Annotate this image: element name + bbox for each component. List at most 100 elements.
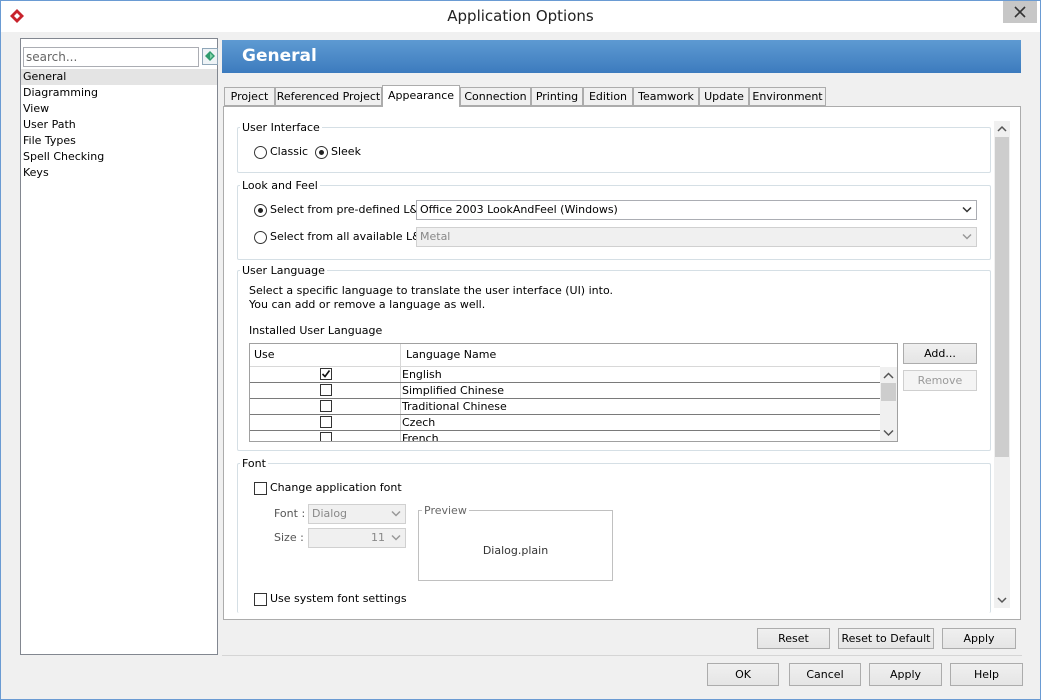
tab-printing[interactable]: Printing — [531, 87, 583, 106]
add-language-button[interactable]: Add... — [903, 343, 977, 364]
column-header-language-name[interactable]: Language Name — [402, 344, 880, 366]
nav-item-user-path[interactable]: User Path — [21, 117, 217, 133]
table-row[interactable]: Czech — [250, 415, 880, 431]
language-name: Traditional Chinese — [402, 400, 507, 413]
table-row[interactable]: French — [250, 431, 880, 441]
user-language-title: User Language — [240, 264, 327, 277]
table-scrollbar[interactable] — [880, 367, 897, 441]
use-checkbox[interactable] — [320, 384, 332, 396]
use-checkbox[interactable] — [320, 432, 332, 441]
font-title: Font — [240, 457, 268, 470]
look-and-feel-group — [237, 185, 991, 260]
change-font-label: Change application font — [270, 481, 402, 494]
remove-language-button[interactable]: Remove — [903, 370, 977, 391]
size-value: 11 — [371, 531, 385, 544]
search-button[interactable] — [202, 48, 218, 65]
classic-label: Classic — [270, 145, 309, 158]
sleek-radio[interactable] — [315, 146, 328, 159]
tab-teamwork[interactable]: Teamwork — [633, 87, 699, 106]
search-input[interactable] — [23, 47, 199, 67]
user-language-description-2: You can add or remove a language as well… — [249, 298, 486, 311]
nav-item-general[interactable]: General — [21, 69, 217, 85]
reset-to-default-button[interactable]: Reset to Default — [838, 628, 934, 649]
use-cell — [250, 399, 401, 414]
font-select[interactable]: Dialog — [308, 504, 406, 524]
nav-item-diagramming[interactable]: Diagramming — [21, 85, 217, 101]
scrollbar-thumb[interactable] — [881, 383, 896, 401]
category-list: General Diagramming View User Path File … — [21, 69, 217, 181]
font-field-label: Font : — [274, 507, 306, 520]
use-checkbox[interactable] — [320, 400, 332, 412]
tab-update[interactable]: Update — [699, 87, 749, 106]
help-button[interactable]: Help — [950, 663, 1023, 686]
font-value: Dialog — [312, 507, 348, 520]
nav-item-file-types[interactable]: File Types — [21, 133, 217, 149]
predefined-laf-value: Office 2003 LookAndFeel (Windows) — [420, 203, 618, 216]
ok-button[interactable]: OK — [707, 663, 779, 686]
user-language-description-1: Select a specific language to translate … — [249, 284, 613, 297]
title-bar: Application Options — [1, 1, 1040, 32]
installed-language-label: Installed User Language — [249, 324, 383, 337]
close-icon — [1014, 6, 1026, 18]
table-row[interactable]: Traditional Chinese — [250, 399, 880, 415]
classic-radio[interactable] — [254, 146, 267, 159]
chevron-down-icon — [997, 597, 1007, 604]
preview-text: Dialog.plain — [482, 544, 549, 557]
diamond-search-icon — [205, 51, 215, 61]
scrollbar-thumb[interactable] — [995, 137, 1009, 457]
preview-title: Preview — [422, 504, 469, 517]
panel-apply-button[interactable]: Apply — [942, 628, 1016, 649]
system-font-label: Use system font settings — [270, 592, 407, 605]
reset-button[interactable]: Reset — [757, 628, 830, 649]
chevron-up-icon — [997, 125, 1007, 132]
content-scrollbar[interactable] — [994, 121, 1010, 608]
language-table: Use Language Name English Simplified Chi… — [249, 343, 898, 442]
font-preview-box: Preview Dialog.plain — [418, 504, 613, 581]
predefined-laf-radio[interactable] — [254, 204, 267, 217]
chevron-down-icon — [391, 534, 401, 541]
close-button[interactable] — [1003, 1, 1037, 23]
nav-item-view[interactable]: View — [21, 101, 217, 117]
chevron-down-icon — [391, 510, 401, 517]
tab-environment[interactable]: Environment — [749, 87, 826, 106]
language-name: Czech — [402, 416, 436, 429]
predefined-laf-select[interactable]: Office 2003 LookAndFeel (Windows) — [416, 200, 977, 220]
tab-connection[interactable]: Connection — [460, 87, 531, 106]
user-interface-title: User Interface — [240, 121, 322, 134]
nav-item-spell-checking[interactable]: Spell Checking — [21, 149, 217, 165]
column-header-use[interactable]: Use — [250, 344, 401, 366]
cancel-button[interactable]: Cancel — [789, 663, 861, 686]
look-and-feel-title: Look and Feel — [240, 179, 320, 192]
size-select[interactable]: 11 — [308, 528, 406, 548]
predefined-laf-label: Select from pre-defined L&F: — [270, 203, 428, 216]
change-font-checkbox[interactable] — [254, 482, 267, 495]
available-laf-value: Metal — [420, 230, 451, 243]
section-header: General — [222, 40, 1021, 73]
sleek-label: Sleek — [331, 145, 361, 158]
tab-project[interactable]: Project — [224, 87, 275, 106]
page-title: General — [242, 46, 317, 66]
use-cell — [250, 415, 401, 430]
chevron-down-icon — [962, 233, 972, 240]
tab-appearance[interactable]: Appearance — [382, 85, 460, 107]
available-laf-label: Select from all available L&F: — [270, 230, 430, 243]
table-row[interactable]: English — [250, 367, 880, 383]
nav-item-keys[interactable]: Keys — [21, 165, 217, 181]
tab-referenced-project[interactable]: Referenced Project — [275, 87, 382, 106]
language-name: Simplified Chinese — [402, 384, 504, 397]
available-laf-radio[interactable] — [254, 231, 267, 244]
divider — [222, 655, 1022, 656]
chevron-down-icon — [883, 429, 894, 437]
use-checkbox[interactable] — [320, 368, 332, 380]
table-row[interactable]: Simplified Chinese — [250, 383, 880, 399]
application-options-window: Application Options General Diagramming … — [0, 0, 1041, 700]
available-laf-select[interactable]: Metal — [416, 227, 977, 247]
use-cell — [250, 367, 401, 382]
dialog-apply-button[interactable]: Apply — [869, 663, 942, 686]
language-name: English — [402, 368, 442, 381]
use-checkbox[interactable] — [320, 416, 332, 428]
use-cell — [250, 431, 401, 441]
system-font-checkbox[interactable] — [254, 593, 267, 606]
tab-edition[interactable]: Edition — [583, 87, 633, 106]
table-header: Use Language Name — [250, 344, 880, 367]
